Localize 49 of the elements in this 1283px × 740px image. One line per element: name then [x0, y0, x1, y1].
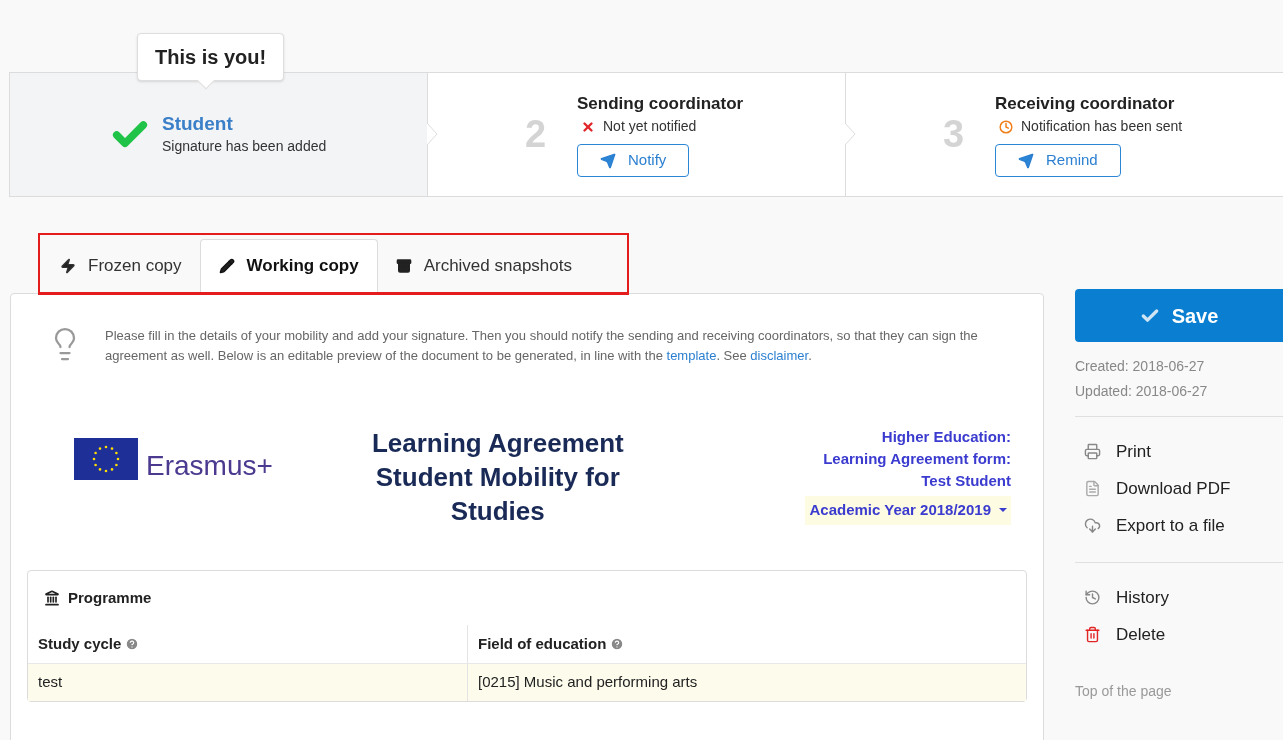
bolt-icon	[60, 257, 76, 274]
caret-icon	[999, 508, 1007, 513]
clock-icon	[999, 119, 1013, 134]
notify-button[interactable]: Notify	[577, 144, 690, 177]
info-text: Please fill in the details of your mobility and add your signature. Then you should notify the sending and receiving coordinators, so that they can sign the agreement as well. Below is an editable preview of the document to be generated, in line with the template. See disclaimer.	[105, 327, 979, 365]
tab[interactable]: Working copy	[199, 239, 378, 292]
academic-year-dropdown[interactable]: Academic Year 2018/2019	[805, 496, 1011, 525]
table-cell: [0215] Music and performing arts	[467, 663, 1026, 701]
form-label: Test Student	[921, 471, 1011, 491]
step-status: Not yet notified	[603, 117, 697, 136]
help-icon	[610, 637, 625, 651]
action-link[interactable]: Export to a file	[1075, 507, 1283, 544]
save-button[interactable]: Save	[1075, 289, 1283, 342]
step-title: Student	[162, 112, 234, 136]
tab[interactable]: Frozen copy	[42, 239, 200, 292]
column-header: Field of education	[478, 633, 607, 654]
history-icon	[1084, 589, 1101, 606]
document-icon	[1084, 480, 1101, 497]
archive-icon	[395, 257, 412, 274]
updated-date: Updated: 2018-06-27	[1075, 382, 1209, 401]
cross-icon	[581, 119, 595, 134]
form-label: Learning Agreement form:	[823, 449, 1011, 469]
link[interactable]: disclaimer	[750, 348, 809, 363]
cloud-download-icon	[1084, 517, 1101, 534]
pencil-icon	[218, 258, 235, 274]
flag-icon	[74, 438, 138, 480]
bank-icon	[44, 590, 60, 606]
send-icon	[600, 152, 616, 169]
table-cell: test	[28, 663, 467, 701]
notify-button[interactable]: Remind	[995, 144, 1121, 177]
action-link[interactable]: Delete	[1075, 616, 1283, 653]
help-icon	[125, 637, 140, 651]
step-title: Sending coordinator	[577, 93, 744, 115]
column-header: Study cycle	[38, 633, 122, 654]
section-title: Programme	[68, 587, 152, 608]
printer-icon	[1084, 443, 1101, 460]
step-title: Receiving coordinator	[995, 93, 1176, 115]
step-status: Notification has been sent	[1021, 117, 1183, 136]
tab[interactable]: Archived snapshots	[377, 239, 590, 292]
form-label: Higher Education:	[881, 427, 1011, 447]
send-icon	[1018, 152, 1034, 169]
erasmus-logo: Erasmus+	[74, 438, 273, 480]
step-status: Signature has been added	[162, 137, 327, 156]
action-link[interactable]: Download PDF	[1075, 470, 1283, 507]
action-link[interactable]: Print	[1075, 433, 1283, 470]
document-title: Learning Agreement Student Mobility for Studies	[370, 427, 625, 528]
created-date: Created: 2018-06-27	[1075, 357, 1206, 376]
trash-icon	[1084, 626, 1101, 643]
action-link[interactable]: History	[1075, 579, 1283, 616]
